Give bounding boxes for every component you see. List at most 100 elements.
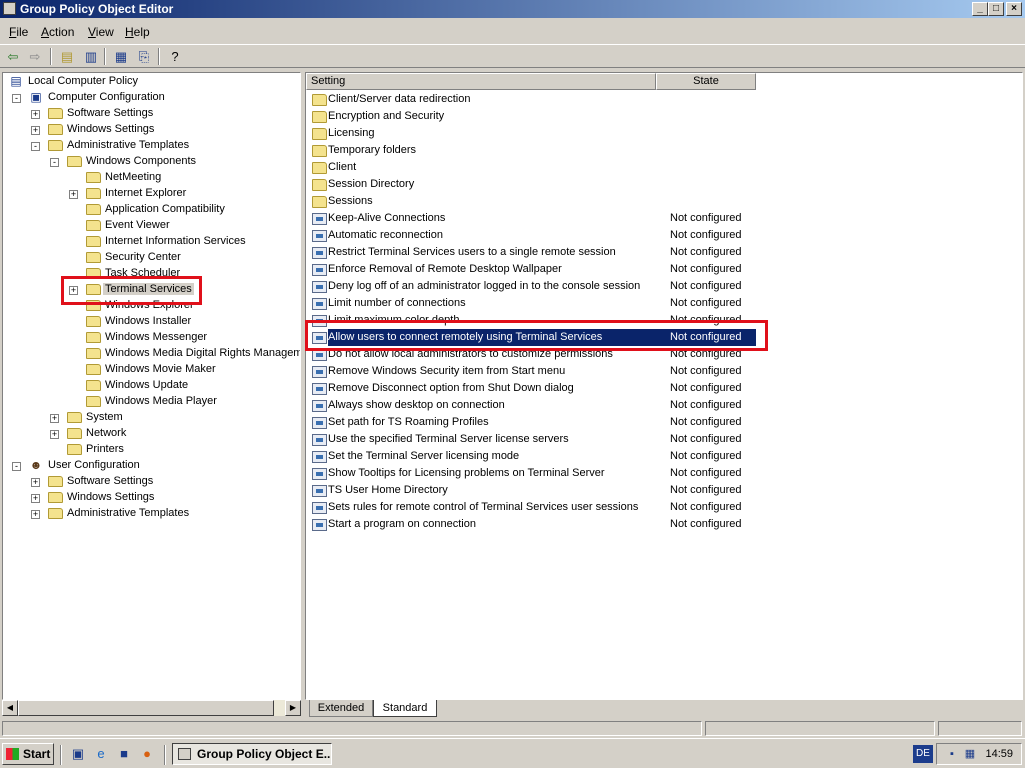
tree-node[interactable]: NetMeeting <box>3 170 300 186</box>
list-item-policy[interactable]: Allow users to connect remotely using Te… <box>308 329 1018 346</box>
properties-icon[interactable]: ▦ <box>112 48 130 65</box>
list-item-policy[interactable]: TS User Home Directory Not configured <box>308 482 1018 499</box>
tree-node[interactable]: + Software Settings <box>3 474 300 490</box>
collapse-icon[interactable]: - <box>31 142 40 151</box>
tree-node[interactable]: + Windows Settings <box>3 490 300 506</box>
up-folder-icon[interactable]: ▤ <box>58 48 76 65</box>
list-item-policy[interactable]: Remove Windows Security item from Start … <box>308 363 1018 380</box>
expand-icon[interactable]: + <box>31 110 40 119</box>
menu-help[interactable]: Help <box>125 25 150 39</box>
expand-icon[interactable]: + <box>50 414 59 423</box>
tree-node[interactable]: - Windows Components <box>3 154 300 170</box>
console-tree[interactable]: ▤ Local Computer Policy - ▣ Computer Configu… <box>2 72 301 700</box>
title-bar[interactable]: Group Policy Object Editor _ □ × <box>0 0 1025 18</box>
tree-node[interactable]: Event Viewer <box>3 218 300 234</box>
tree-node[interactable]: + Windows Settings <box>3 122 300 138</box>
list-item-policy[interactable]: Remove Disconnect option from Shut Down … <box>308 380 1018 397</box>
list-item-folder[interactable]: Licensing <box>308 125 1018 142</box>
maximize-button[interactable]: □ <box>988 2 1004 16</box>
tree-horizontal-scrollbar[interactable]: ◀ ▶ <box>2 700 301 716</box>
collapse-icon[interactable]: - <box>12 94 21 103</box>
tree-node[interactable]: Printers <box>3 442 300 458</box>
export-list-icon[interactable]: ⎘ <box>135 48 153 65</box>
collapse-icon[interactable]: - <box>12 462 21 471</box>
column-header-state[interactable]: State <box>656 73 756 90</box>
list-item-policy[interactable]: Always show desktop on connection Not con… <box>308 397 1018 414</box>
list-item-policy[interactable]: Limit number of connections Not configure… <box>308 295 1018 312</box>
save-icon[interactable]: ■ <box>116 746 132 762</box>
menu-file[interactable]: File <box>9 25 28 39</box>
tab-standard[interactable]: Standard <box>373 700 437 717</box>
tree-node[interactable]: Security Center <box>3 250 300 266</box>
tab-extended[interactable]: Extended <box>309 700 373 717</box>
tree-node[interactable]: + Network <box>3 426 300 442</box>
list-item-policy[interactable]: Keep-Alive Connections Not configured <box>308 210 1018 227</box>
collapse-icon[interactable]: - <box>50 158 59 167</box>
tree-node[interactable]: Windows Installer <box>3 314 300 330</box>
tree-node[interactable]: + Administrative Templates <box>3 506 300 522</box>
minimize-button[interactable]: _ <box>972 2 988 16</box>
display-icon[interactable]: ▦ <box>963 747 977 761</box>
scroll-right-button[interactable]: ▶ <box>285 700 301 716</box>
expand-icon[interactable]: + <box>31 126 40 135</box>
tree-node[interactable]: ▤ Local Computer Policy <box>3 74 300 90</box>
list-item-policy[interactable]: Start a program on connection Not configu… <box>308 516 1018 533</box>
list-item-folder[interactable]: Encryption and Security <box>308 108 1018 125</box>
list-item-folder[interactable]: Client/Server data redirection <box>308 91 1018 108</box>
show-hide-tree-icon[interactable]: ▥ <box>82 48 100 65</box>
expand-icon[interactable]: + <box>50 430 59 439</box>
list-item-policy[interactable]: Sets rules for remote control of Termina… <box>308 499 1018 516</box>
tree-node[interactable]: + Terminal Services <box>3 282 300 298</box>
list-item-policy[interactable]: Set path for TS Roaming Profiles Not conf… <box>308 414 1018 431</box>
list-item-policy[interactable]: Automatic reconnection Not configured <box>308 227 1018 244</box>
expand-icon[interactable]: + <box>69 286 78 295</box>
scroll-thumb[interactable] <box>18 700 274 716</box>
list-item-policy[interactable]: Show Tooltips for Licensing problems on … <box>308 465 1018 482</box>
list-item-folder[interactable]: Session Directory <box>308 176 1018 193</box>
help-icon[interactable]: ? <box>166 48 184 65</box>
start-button[interactable]: Start <box>2 743 54 765</box>
firefox-icon[interactable]: ● <box>139 746 155 762</box>
close-button[interactable]: × <box>1006 2 1022 16</box>
network-icon[interactable]: ▪ <box>945 747 959 761</box>
app-icon[interactable] <box>3 2 16 15</box>
list-item-folder[interactable]: Client <box>308 159 1018 176</box>
list-item-policy[interactable]: Deny log off of an administrator logged … <box>308 278 1018 295</box>
tree-node[interactable]: Windows Media Player <box>3 394 300 410</box>
tree-node[interactable]: Application Compatibility <box>3 202 300 218</box>
tree-node[interactable]: Windows Media Digital Rights Managemen <box>3 346 300 362</box>
tree-node[interactable]: Task Scheduler <box>3 266 300 282</box>
tree-node[interactable]: Windows Messenger <box>3 330 300 346</box>
details-pane[interactable]: Setting State Client/Server data redirec… <box>305 72 1023 700</box>
expand-icon[interactable]: + <box>31 478 40 487</box>
list-item-policy[interactable]: Set the Terminal Server licensing mode No… <box>308 448 1018 465</box>
list-item-folder[interactable]: Temporary folders <box>308 142 1018 159</box>
show-desktop-icon[interactable]: ▣ <box>70 746 86 762</box>
menu-action[interactable]: Action <box>41 25 74 39</box>
scroll-left-button[interactable]: ◀ <box>2 700 18 716</box>
tree-node[interactable]: - ▣ Computer Configuration <box>3 90 300 106</box>
list-item-policy[interactable]: Do not allow local administrators to cus… <box>308 346 1018 363</box>
list-item-folder[interactable]: Sessions <box>308 193 1018 210</box>
tree-node[interactable]: + Software Settings <box>3 106 300 122</box>
taskbar-button-gpedit[interactable]: Group Policy Object E... <box>172 743 332 765</box>
tree-node[interactable]: Windows Explorer <box>3 298 300 314</box>
tree-node[interactable]: Windows Movie Maker <box>3 362 300 378</box>
tree-node[interactable]: - Administrative Templates <box>3 138 300 154</box>
internet-explorer-icon[interactable]: e <box>93 746 109 762</box>
tree-node[interactable]: Internet Information Services <box>3 234 300 250</box>
expand-icon[interactable]: + <box>31 494 40 503</box>
expand-icon[interactable]: + <box>69 190 78 199</box>
language-indicator[interactable]: DE <box>913 745 933 763</box>
column-header-setting[interactable]: Setting <box>306 73 656 90</box>
forward-arrow-icon[interactable]: ⇨ <box>26 48 44 65</box>
tree-node[interactable]: Windows Update <box>3 378 300 394</box>
tree-node[interactable]: - ☻ User Configuration <box>3 458 300 474</box>
tree-node[interactable]: + System <box>3 410 300 426</box>
list-item-policy[interactable]: Enforce Removal of Remote Desktop Wallpa… <box>308 261 1018 278</box>
expand-icon[interactable]: + <box>31 510 40 519</box>
clock[interactable]: 14:59 <box>985 748 1013 760</box>
list-item-policy[interactable]: Restrict Terminal Services users to a si… <box>308 244 1018 261</box>
list-item-policy[interactable]: Limit maximum color depth Not configured <box>308 312 1018 329</box>
tree-node[interactable]: + Internet Explorer <box>3 186 300 202</box>
